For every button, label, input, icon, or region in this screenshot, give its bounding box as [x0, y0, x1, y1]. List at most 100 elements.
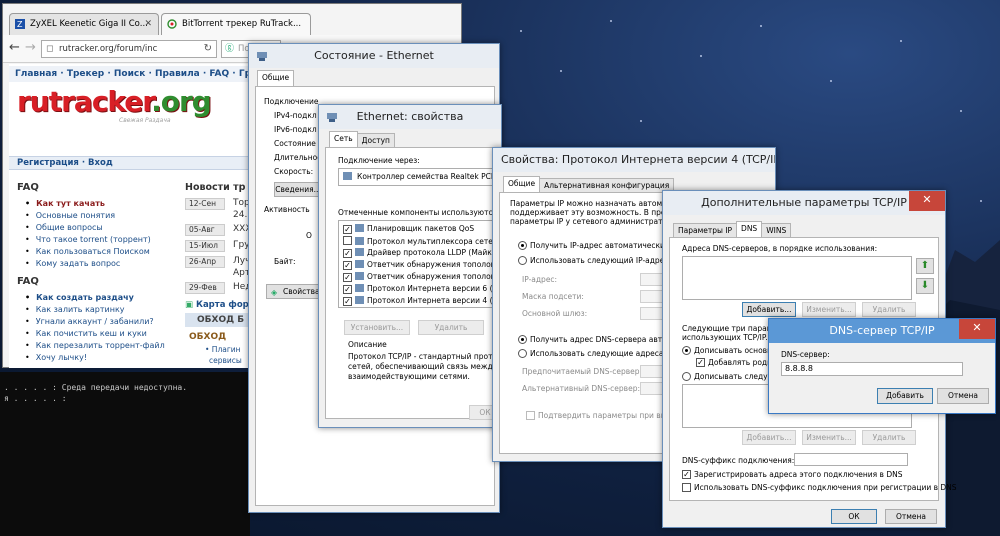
tab-network[interactable]: Сеть: [329, 131, 358, 147]
component-checkbox[interactable]: ✓: [343, 285, 352, 294]
component-icon: [355, 237, 364, 245]
browser-tab-label: ZyXEL Keenetic Giga II Co...: [30, 19, 148, 29]
use-suffix-checkbox[interactable]: [682, 483, 691, 492]
list-item[interactable]: ✓ Протокол Интернета версии 6 (TCP: [343, 284, 503, 294]
properties-button[interactable]: ◈ Свойства: [266, 284, 322, 299]
window-titlebar[interactable]: Дополнительные параметры TCP/IP ✕: [663, 191, 945, 215]
faq-link[interactable]: Что такое torrent (торрент): [25, 235, 151, 244]
browser-tab-zyxel[interactable]: Z ZyXEL Keenetic Giga II Co... ✕: [9, 13, 159, 35]
window-title: Свойства: Протокол Интернета версии 4 (T…: [501, 153, 775, 166]
add-suffix-button[interactable]: Добавить...: [742, 430, 796, 445]
window-titlebar[interactable]: Свойства: Протокол Интернета версии 4 (T…: [493, 148, 775, 172]
component-checkbox[interactable]: ✓: [343, 297, 352, 306]
component-checkbox[interactable]: ✓: [343, 273, 352, 282]
components-list[interactable]: ✓ Планировщик пакетов QoS Протокол мульти…: [338, 220, 504, 308]
component-checkbox[interactable]: ✓: [343, 225, 352, 234]
tab-ip-settings[interactable]: Параметры IP: [673, 223, 738, 237]
news-date: 29-Фев: [185, 282, 225, 294]
edit-suffix-button[interactable]: Изменить...: [802, 430, 856, 445]
description-text: взаимодействующими сетями.: [348, 372, 470, 381]
dns-server-list[interactable]: [682, 256, 912, 300]
connect-via-label: Подключение через:: [338, 156, 420, 165]
forward-arrow-icon[interactable]: →: [25, 41, 36, 55]
network-adapter-icon: [257, 52, 267, 61]
forum-map-text: Карта фору: [196, 300, 255, 310]
list-item[interactable]: Протокол мультиплексора сетевого: [343, 236, 504, 246]
plugin-link[interactable]: • Плагин: [205, 345, 241, 354]
faq-link[interactable]: Угнали аккаунт / забанили?: [25, 317, 154, 326]
list-item[interactable]: ✓ Планировщик пакетов QoS: [343, 224, 474, 234]
close-button[interactable]: ✕: [909, 191, 945, 211]
add-dns-button[interactable]: Добавить...: [742, 302, 796, 317]
component-checkbox[interactable]: [343, 236, 352, 245]
tab-strip: Параметры IP DNS WINS: [673, 221, 792, 237]
add-button[interactable]: Добавить: [877, 388, 933, 404]
component-checkbox[interactable]: ✓: [343, 249, 352, 258]
append-primary-radio[interactable]: [682, 346, 691, 355]
ok-button[interactable]: ОК: [831, 509, 877, 524]
append-parent-checkbox[interactable]: ✓: [696, 358, 705, 367]
reload-icon[interactable]: ↻: [204, 41, 212, 57]
back-arrow-icon[interactable]: ←: [9, 41, 20, 55]
faq-link[interactable]: Как пользоваться Поиском: [25, 247, 150, 256]
edit-dns-button[interactable]: Изменить...: [802, 302, 856, 317]
register-checkbox[interactable]: ✓: [682, 470, 691, 479]
move-down-button[interactable]: ⬇: [916, 278, 934, 294]
details-button[interactable]: Сведения...: [274, 182, 322, 197]
close-button[interactable]: ✕: [959, 319, 995, 339]
description-text: Параметры IP можно назначать автоматиче: [510, 199, 686, 208]
faq-link[interactable]: Как создать раздачу: [25, 293, 134, 302]
window-titlebar[interactable]: Ethernet: свойства: [319, 105, 501, 129]
faq-link[interactable]: Как залить картинку: [25, 305, 125, 314]
description-text: поддерживает эту возможность. В противн: [510, 208, 685, 217]
browser-tab-rutracker[interactable]: BitTorrent трекер RuTrack...: [161, 13, 311, 35]
window-titlebar[interactable]: Состояние - Ethernet: [249, 44, 499, 68]
tab-dns[interactable]: DNS: [736, 221, 763, 237]
news-text[interactable]: 24.: [233, 210, 247, 220]
manual-ip-label: Использовать следующий IP-адрес:: [530, 256, 671, 265]
validate-checkbox[interactable]: [526, 411, 535, 420]
list-item[interactable]: ✓ Драйвер протокола LLDP (Майкрос: [343, 248, 503, 258]
dns-server-input[interactable]: 8.8.8.8: [781, 362, 963, 376]
news-date: 05-Авг: [185, 224, 225, 236]
move-up-button[interactable]: ⬆: [916, 258, 934, 274]
remove-suffix-button[interactable]: Удалить: [862, 430, 916, 445]
dialog-titlebar[interactable]: DNS-сервер TCP/IP ✕: [769, 319, 995, 343]
faq-heading: FAQ: [17, 182, 39, 193]
auto-dns-radio[interactable]: [518, 335, 527, 344]
faq-link[interactable]: Общие вопросы: [25, 223, 103, 232]
install-button[interactable]: Установить...: [344, 320, 410, 335]
remove-button[interactable]: Удалить: [418, 320, 484, 335]
append-following-radio[interactable]: [682, 372, 691, 381]
tab-sharing[interactable]: Доступ: [356, 133, 395, 147]
tab-general[interactable]: Общие: [503, 176, 541, 192]
list-item[interactable]: ✓ Ответчик обнаружения топологии к: [343, 272, 503, 282]
cancel-button[interactable]: Отмена: [937, 388, 989, 404]
services-link[interactable]: сервисы: [209, 356, 242, 365]
auto-ip-radio[interactable]: [518, 241, 527, 250]
close-tab-icon[interactable]: ✕: [144, 14, 152, 34]
remove-dns-button[interactable]: Удалить: [862, 302, 916, 317]
faq-link[interactable]: Как перезалить торрент-файл: [25, 341, 165, 350]
tab-wins[interactable]: WINS: [761, 223, 792, 237]
faq-link[interactable]: Основные понятия: [25, 211, 115, 220]
component-label: Протокол мультиплексора сетевого: [367, 237, 504, 246]
faq-link[interactable]: Кому задать вопрос: [25, 259, 121, 268]
faq-link[interactable]: Как почистить кеш и куки: [25, 329, 147, 338]
cancel-button[interactable]: Отмена: [885, 509, 937, 524]
manual-dns-radio[interactable]: [518, 349, 527, 358]
tab-alternate-config[interactable]: Альтернативная конфигурация: [539, 178, 675, 192]
suffix-input[interactable]: [794, 453, 908, 466]
description-text: параметры IP у сетевого администратора.: [510, 217, 679, 226]
tab-general[interactable]: Общие: [257, 70, 295, 86]
next-params-text: Следующие три парамет: [682, 324, 782, 333]
list-item[interactable]: ✓ Ответчик обнаружения топологии ка: [343, 260, 503, 270]
address-bar[interactable]: ◻ rutracker.org/forum/inc ↻: [41, 40, 217, 58]
manual-ip-radio[interactable]: [518, 256, 527, 265]
forum-map-link[interactable]: ▣ Карта фору: [185, 300, 254, 310]
site-logo[interactable]: rutracker.org: [17, 85, 212, 118]
component-checkbox[interactable]: ✓: [343, 261, 352, 270]
faq-link[interactable]: Хочу лычку!: [25, 353, 87, 362]
list-item[interactable]: ✓ Протокол Интернета версии 4 (TCP: [343, 296, 503, 306]
faq-link[interactable]: Как тут качать: [25, 199, 105, 208]
